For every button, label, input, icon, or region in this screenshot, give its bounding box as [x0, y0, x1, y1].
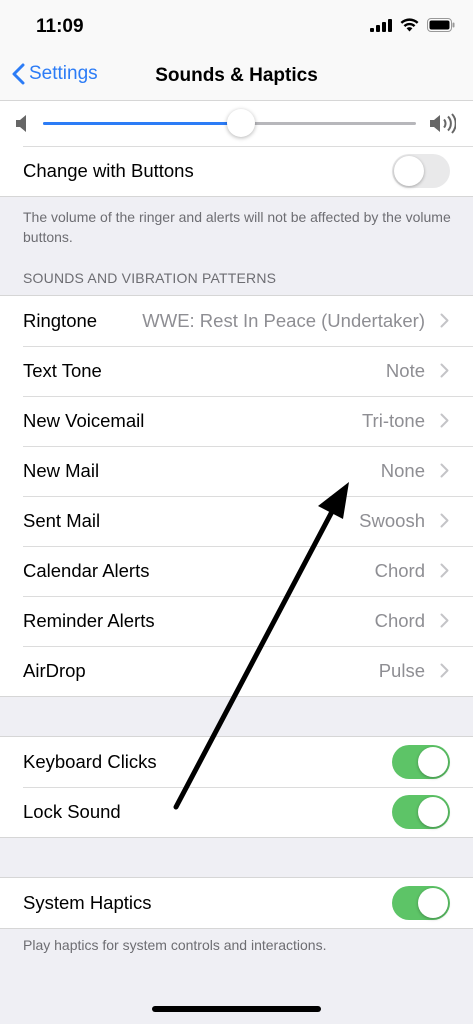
- haptics-note: Play haptics for system controls and int…: [23, 937, 327, 953]
- toggle-knob: [418, 797, 448, 827]
- ringer-group: Change with Buttons: [0, 100, 473, 197]
- status-bar: 11:09: [0, 0, 473, 54]
- row-value: Tri-tone: [361, 410, 425, 431]
- keyboard-clicks-label: Keyboard Clicks: [23, 751, 157, 772]
- battery-icon: [427, 18, 455, 32]
- row-value: WWE: Rest In Peace (Undertaker): [142, 310, 425, 331]
- row-label: New Voicemail: [23, 410, 145, 431]
- change-with-buttons-row: Change with Buttons: [0, 146, 473, 196]
- row-label: Sent Mail: [23, 510, 101, 531]
- toggle-knob: [394, 156, 424, 186]
- chevron-right-icon: [440, 463, 449, 478]
- chevron-right-icon: [440, 413, 449, 428]
- row-value: None: [380, 460, 425, 481]
- sound-row-text-tone[interactable]: Text Tone Note: [0, 346, 473, 396]
- system-haptics-label: System Haptics: [23, 892, 152, 913]
- keyboard-clicks-toggle[interactable]: [392, 745, 450, 779]
- chevron-right-icon: [440, 513, 449, 528]
- row-label: Calendar Alerts: [23, 560, 150, 581]
- volume-note: The volume of the ringer and alerts will…: [23, 209, 451, 245]
- row-value: Chord: [374, 610, 425, 631]
- row-value: Note: [385, 360, 425, 381]
- sound-row-sent-mail[interactable]: Sent Mail Swoosh: [0, 496, 473, 546]
- row-value: Swoosh: [359, 510, 425, 531]
- change-with-buttons-toggle[interactable]: [392, 154, 450, 188]
- chevron-right-icon: [440, 563, 449, 578]
- system-haptics-toggle[interactable]: [392, 886, 450, 920]
- chevron-right-icon: [440, 663, 449, 678]
- lock-sound-toggle[interactable]: [392, 795, 450, 829]
- chevron-right-icon: [440, 363, 449, 378]
- row-label: Reminder Alerts: [23, 610, 155, 631]
- sound-row-calendar-alerts[interactable]: Calendar Alerts Chord: [0, 546, 473, 596]
- toggle-knob: [418, 747, 448, 777]
- keyboard-clicks-row: Keyboard Clicks: [0, 737, 473, 787]
- wifi-icon: [400, 18, 419, 32]
- row-value: Pulse: [378, 660, 425, 681]
- chevron-right-icon: [440, 313, 449, 328]
- signal-icon: [370, 18, 392, 32]
- nav-bar: Settings Sounds & Haptics: [0, 54, 473, 101]
- sounds-group: Ringtone WWE: Rest In Peace (Undertaker)…: [0, 295, 473, 697]
- row-label: Text Tone: [23, 360, 102, 381]
- row-label: AirDrop: [23, 660, 86, 681]
- home-indicator[interactable]: [152, 1006, 321, 1012]
- sound-row-reminder-alerts[interactable]: Reminder Alerts Chord: [0, 596, 473, 646]
- row-label: New Mail: [23, 460, 100, 481]
- sound-row-ringtone[interactable]: Ringtone WWE: Rest In Peace (Undertaker): [0, 296, 473, 346]
- system-haptics-row: System Haptics: [0, 878, 473, 928]
- row-value: Chord: [374, 560, 425, 581]
- change-with-buttons-label: Change with Buttons: [23, 160, 194, 181]
- speaker-low-icon: [16, 115, 26, 132]
- sounds-section-header: SOUNDS AND VIBRATION PATTERNS: [23, 270, 277, 286]
- lock-sound-label: Lock Sound: [23, 801, 121, 822]
- toggle-knob: [418, 888, 448, 918]
- volume-fill: [43, 122, 241, 125]
- status-time: 11:09: [36, 16, 84, 37]
- feedback-group: Keyboard Clicks Lock Sound: [0, 736, 473, 838]
- sound-row-new-voicemail[interactable]: New Voicemail Tri-tone: [0, 396, 473, 446]
- speaker-high-icon: [430, 113, 456, 134]
- sound-row-airdrop[interactable]: AirDrop Pulse: [0, 646, 473, 696]
- status-icons: [370, 18, 455, 32]
- row-label: Ringtone: [23, 310, 98, 331]
- sound-row-new-mail[interactable]: New Mail None: [0, 446, 473, 496]
- haptics-group: System Haptics: [0, 877, 473, 929]
- volume-slider-row: [0, 101, 473, 146]
- lock-sound-row: Lock Sound: [0, 787, 473, 837]
- volume-slider-thumb[interactable]: [226, 109, 255, 137]
- chevron-right-icon: [440, 613, 449, 628]
- volume-slider[interactable]: [43, 109, 416, 137]
- page-title: Sounds & Haptics: [155, 65, 318, 86]
